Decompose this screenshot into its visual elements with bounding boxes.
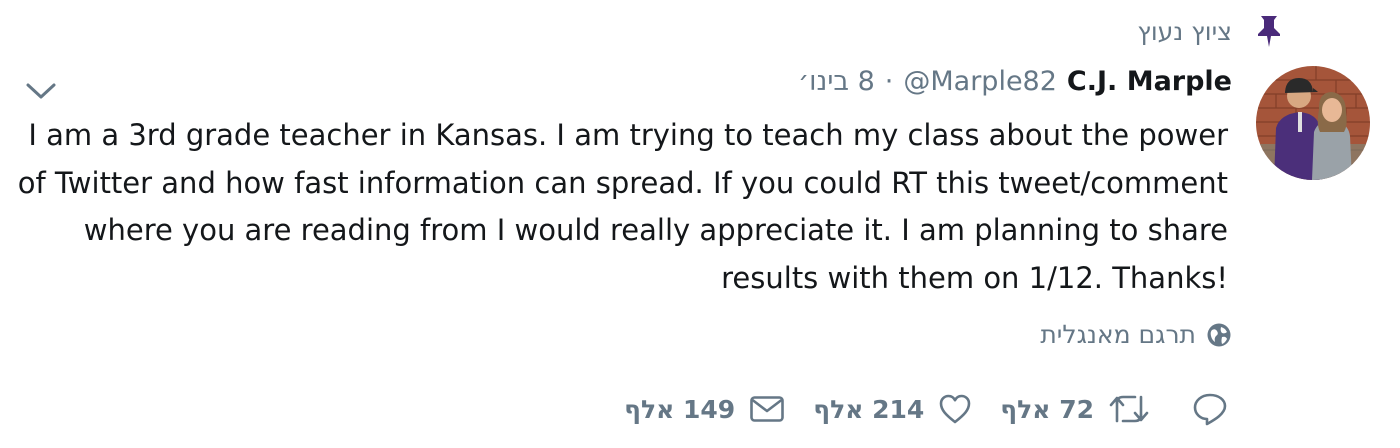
tweet-card[interactable]: ציוץ נעוץ C.J. Marple @Marple82 · 8 בינו… bbox=[0, 0, 1400, 448]
heart-icon bbox=[938, 393, 972, 425]
globe-icon bbox=[1206, 322, 1232, 348]
envelope-icon bbox=[749, 394, 785, 424]
display-name[interactable]: C.J. Marple bbox=[1067, 66, 1232, 97]
meta-separator: · bbox=[884, 66, 894, 97]
user-handle[interactable]: @Marple82 bbox=[903, 66, 1057, 97]
message-count: 149 אלף bbox=[624, 394, 736, 424]
reply-icon bbox=[1192, 392, 1228, 426]
tweet-actions: 72 אלף 214 אלף 149 אלף bbox=[624, 392, 1228, 426]
reply-button[interactable] bbox=[1178, 392, 1228, 426]
message-button[interactable]: 149 אלף bbox=[624, 394, 785, 424]
like-button[interactable]: 214 אלף bbox=[813, 393, 972, 425]
retweet-icon bbox=[1108, 393, 1150, 425]
pinned-label: ציוץ נעוץ bbox=[1137, 16, 1232, 46]
avatar[interactable] bbox=[1256, 66, 1370, 180]
pinned-indicator: ציוץ נעוץ bbox=[1137, 14, 1284, 48]
tweet-header: C.J. Marple @Marple82 · 8 בינו׳ bbox=[798, 66, 1232, 97]
retweet-count: 72 אלף bbox=[1000, 394, 1094, 424]
translate-button[interactable]: תרגם מאנגלית bbox=[1040, 320, 1232, 349]
translate-label: תרגם מאנגלית bbox=[1040, 320, 1196, 349]
tweet-text: I am a 3rd grade teacher in Kansas. I am… bbox=[17, 118, 1228, 295]
retweet-button[interactable]: 72 אלף bbox=[1000, 393, 1150, 425]
pin-icon bbox=[1254, 14, 1284, 48]
tweet-date[interactable]: 8 בינו׳ bbox=[798, 66, 875, 97]
like-count: 214 אלף bbox=[813, 394, 925, 424]
